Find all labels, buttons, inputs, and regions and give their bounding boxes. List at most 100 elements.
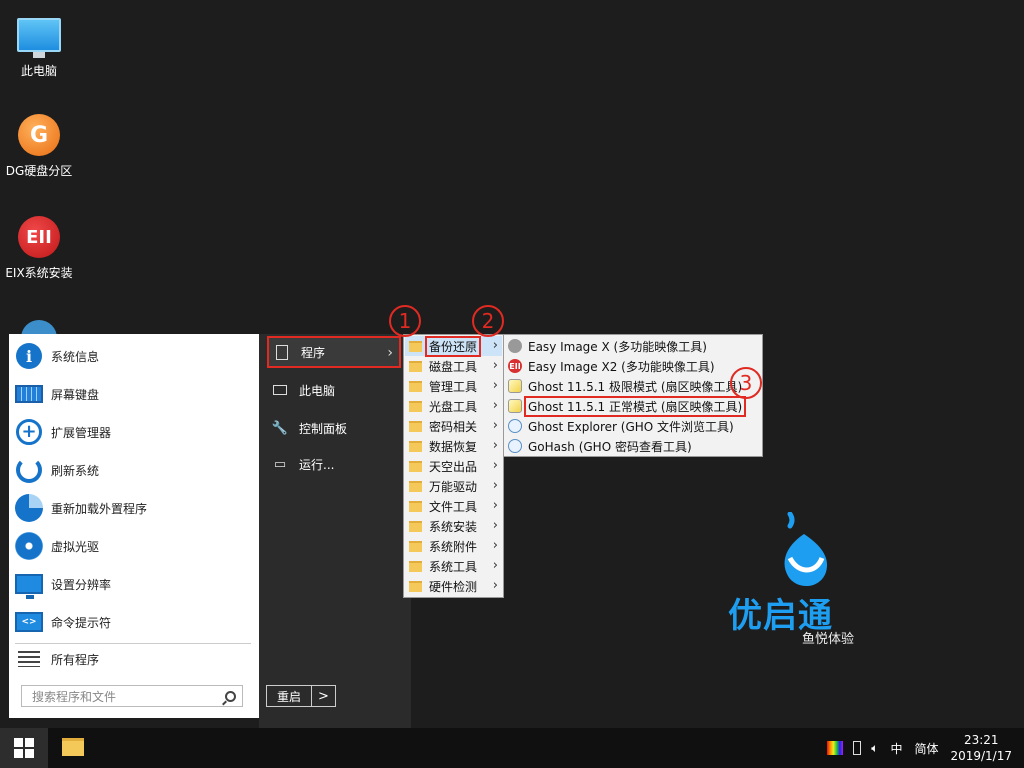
color-palette-icon[interactable]: [827, 741, 844, 755]
submenu-item-system-tools[interactable]: 系统工具 ›: [405, 556, 502, 576]
desktop-icon-label: EIX系统安装: [5, 266, 73, 280]
backup-restore-submenu: Easy Image X (多功能映像工具) EII Easy Image X2 …: [503, 334, 763, 457]
app-ghost-extreme[interactable]: Ghost 11.5.1 极限模式 (扇区映像工具): [505, 376, 761, 396]
menu-item-label: 屏幕键盘: [51, 387, 100, 402]
step-callout-3: 3: [730, 367, 762, 399]
restart-button[interactable]: 重启: [266, 685, 312, 707]
submenu-item-disk-tools[interactable]: 磁盘工具 ›: [405, 356, 502, 376]
usb-icon[interactable]: [853, 741, 862, 755]
submenu-item-data-recovery[interactable]: 数据恢复 ›: [405, 436, 502, 456]
taskbar: 🔈︎ 中 简体 23:21 2019/1/17: [0, 728, 1024, 768]
submenu-item-password[interactable]: 密码相关 ›: [405, 416, 502, 436]
submenu-item-admin-tools[interactable]: 管理工具 ›: [405, 376, 502, 396]
plus-circle-icon: +: [15, 418, 43, 446]
folder-icon: [409, 500, 422, 512]
search-placeholder: 搜索程序和文件: [32, 689, 117, 704]
app-easy-image-x[interactable]: Easy Image X (多功能映像工具): [505, 336, 761, 356]
search-input[interactable]: 搜索程序和文件: [21, 685, 243, 707]
menu-item-label: 系统信息: [51, 349, 100, 364]
system-tray: 🔈︎ 中 简体 23:21 2019/1/17: [827, 728, 1024, 768]
menu-item-all-programs[interactable]: 所有程序: [9, 640, 259, 678]
brand-logo: 优启通 鱼悦体验: [724, 510, 874, 650]
folder-icon: [409, 440, 422, 452]
volume-icon[interactable]: 🔈︎: [871, 741, 878, 756]
menu-item-label: 设置分辨率: [51, 577, 112, 592]
language-indicator[interactable]: 简体: [914, 740, 938, 757]
menu-item-command-prompt[interactable]: <> 命令提示符: [9, 603, 259, 641]
dg-partition-icon: G: [16, 112, 62, 158]
folder-icon: [409, 360, 422, 372]
menu-item-label: 所有程序: [51, 652, 100, 667]
desktop-icon-dg-partition[interactable]: G DG硬盘分区: [1, 112, 77, 179]
clock[interactable]: 23:21 2019/1/17: [950, 732, 1012, 764]
app-gohash[interactable]: GoHash (GHO 密码查看工具): [505, 436, 761, 456]
easyimage-icon: [508, 339, 522, 353]
desktop-icon-eix-install[interactable]: EII EIX系统安装: [1, 214, 77, 281]
start-button[interactable]: [0, 728, 48, 768]
menu-item-label: 程序: [301, 345, 326, 360]
chevron-right-icon: ›: [492, 498, 498, 513]
submenu-item-universal-driver[interactable]: 万能驱动 ›: [405, 476, 502, 496]
start-menu-left-panel: i 系统信息 屏幕键盘 + 扩展管理器 刷新系统 重新加载外置程序 虚拟光驱 设…: [9, 334, 259, 718]
menu-item-label: 命令提示符: [51, 615, 112, 630]
menu-item-run[interactable]: ▭ 运行...: [267, 448, 401, 480]
menu-item-label: 扩展管理器: [51, 425, 112, 440]
menu-item-this-pc[interactable]: 此电脑: [267, 374, 401, 406]
file-explorer-icon[interactable]: [62, 738, 84, 756]
ghost-icon: [508, 399, 522, 413]
menu-item-reload-external[interactable]: 重新加载外置程序: [9, 489, 259, 527]
submenu-item-file-tools[interactable]: 文件工具 ›: [405, 496, 502, 516]
chevron-right-icon: ›: [492, 418, 498, 433]
desktop-icon-this-pc[interactable]: 此电脑: [1, 12, 77, 79]
disc-icon: [15, 532, 43, 560]
menu-item-label: 虚拟光驱: [51, 539, 100, 554]
app-ghost-explorer[interactable]: Ghost Explorer (GHO 文件浏览工具): [505, 416, 761, 436]
restart-control: 重启 >: [266, 685, 336, 707]
computer-icon: [16, 12, 62, 58]
submenu-item-backup-restore[interactable]: 备份还原 ›: [405, 335, 502, 357]
menu-item-control-panel[interactable]: 🔧 控制面板: [267, 412, 401, 444]
menu-item-programs[interactable]: 程序 ›: [267, 336, 401, 368]
desktop-icon-label: DG硬盘分区: [5, 164, 73, 178]
monitor-icon: [15, 570, 43, 599]
app-ghost-normal[interactable]: Ghost 11.5.1 正常模式 (扇区映像工具): [505, 395, 761, 417]
info-icon: i: [15, 342, 43, 370]
list-icon: [15, 645, 43, 673]
menu-item-onscreen-keyboard[interactable]: 屏幕键盘: [9, 375, 259, 413]
menu-item-set-resolution[interactable]: 设置分辨率: [9, 565, 259, 603]
start-menu-right-panel: 程序 › 此电脑 🔧 控制面板 ▭ 运行... 重启 >: [259, 334, 411, 728]
menu-item-refresh-system[interactable]: 刷新系统: [9, 451, 259, 489]
menu-item-label: 运行...: [299, 457, 335, 472]
folder-icon: [409, 420, 422, 432]
app-easy-image-x2[interactable]: EII Easy Image X2 (多功能映像工具): [505, 356, 761, 376]
chevron-right-icon: ›: [492, 458, 498, 473]
chevron-right-icon: ›: [492, 378, 498, 393]
menu-item-label: 重新加载外置程序: [51, 501, 148, 516]
submenu-item-hardware-check[interactable]: 硬件检测 ›: [405, 576, 502, 596]
chevron-right-icon: ›: [492, 518, 498, 533]
desktop-icon-label: 此电脑: [20, 64, 57, 78]
chevron-right-icon: ›: [492, 578, 498, 593]
run-icon: ▭: [273, 456, 287, 472]
ime-indicator[interactable]: 中: [890, 740, 902, 757]
restart-options-button[interactable]: >: [312, 685, 336, 707]
folder-icon: [409, 540, 422, 552]
folder-icon: [409, 520, 422, 532]
wrench-icon: 🔧: [271, 420, 289, 436]
submenu-item-system-install[interactable]: 系统安装 ›: [405, 516, 502, 536]
folder-icon: [409, 580, 422, 592]
step-callout-1: 1: [389, 305, 421, 337]
menu-item-extension-manager[interactable]: + 扩展管理器: [9, 413, 259, 451]
clock-time: 23:21: [963, 733, 999, 747]
submenu-item-disc-tools[interactable]: 光盘工具 ›: [405, 396, 502, 416]
submenu-item-tiankong[interactable]: 天空出品 ›: [405, 456, 502, 476]
menu-item-system-info[interactable]: i 系统信息: [9, 337, 259, 375]
programs-submenu: 备份还原 › 磁盘工具 › 管理工具 › 光盘工具 › 密码相关 › 数据恢复 › 天空出品…: [403, 334, 504, 598]
clock-date: 2019/1/17: [950, 749, 1012, 763]
menu-item-virtual-drive[interactable]: 虚拟光驱: [9, 527, 259, 565]
chevron-right-icon: ›: [387, 345, 393, 361]
submenu-item-accessories[interactable]: 系统附件 ›: [405, 536, 502, 556]
chevron-right-icon: ›: [492, 478, 498, 493]
eix-install-icon: EII: [16, 214, 62, 260]
chevron-right-icon: ›: [492, 358, 498, 373]
